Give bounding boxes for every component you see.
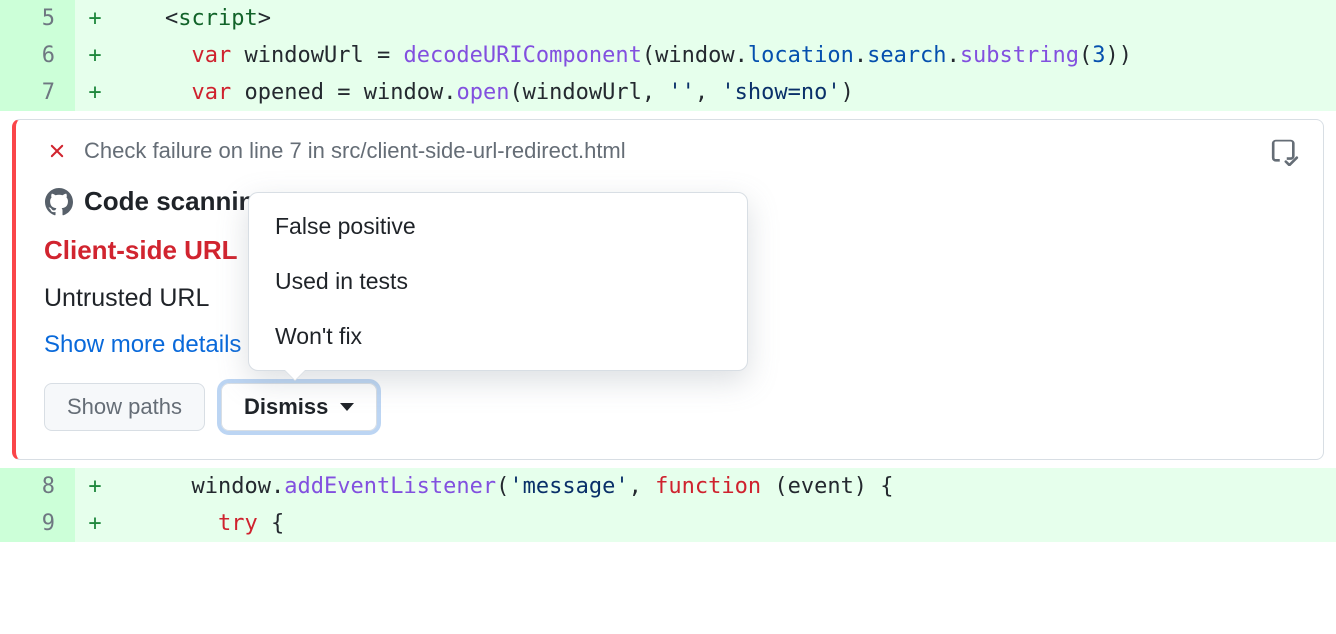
dismiss-label: Dismiss	[244, 394, 328, 420]
code-content[interactable]: var windowUrl = decodeURIComponent(windo…	[115, 37, 1336, 74]
annotation-row: Check failure on line 7 in src/client-si…	[0, 111, 1336, 468]
code-content[interactable]: <script>	[115, 0, 1336, 37]
tasklist-icon[interactable]	[1269, 136, 1301, 168]
x-icon	[44, 138, 70, 164]
dismiss-dropdown: False positive Used in tests Won't fix	[248, 192, 748, 371]
dropdown-item-used-in-tests[interactable]: Used in tests	[249, 254, 747, 309]
code-content[interactable]: window.addEventListener('message', funct…	[115, 468, 1336, 505]
check-annotation: Check failure on line 7 in src/client-si…	[12, 119, 1324, 460]
button-row: Show paths Dismiss False positive Used i…	[44, 383, 1295, 431]
code-content[interactable]: var opened = window.open(windowUrl, '', …	[115, 74, 1336, 111]
line-number[interactable]: 8	[0, 468, 75, 505]
diff-sign: +	[75, 505, 115, 542]
code-content[interactable]: try {	[115, 505, 1336, 542]
code-line: 9 + try {	[0, 505, 1336, 542]
code-line: 6 + var windowUrl = decodeURIComponent(w…	[0, 37, 1336, 74]
github-icon	[44, 187, 74, 217]
line-number[interactable]: 5	[0, 0, 75, 37]
code-line: 5 + <script>	[0, 0, 1336, 37]
diff-sign: +	[75, 468, 115, 505]
diff-sign: +	[75, 0, 115, 37]
diff-sign: +	[75, 74, 115, 111]
line-number[interactable]: 7	[0, 74, 75, 111]
diff-table: 5 + <script> 6 + var windowUrl = decodeU…	[0, 0, 1336, 542]
caret-down-icon	[340, 403, 354, 411]
line-number[interactable]: 9	[0, 505, 75, 542]
code-line: 7 + var opened = window.open(windowUrl, …	[0, 74, 1336, 111]
scanning-label-text: Code scanning	[84, 186, 270, 217]
show-paths-button[interactable]: Show paths	[44, 383, 205, 431]
dismiss-button[interactable]: Dismiss	[221, 383, 377, 431]
annotation-title: Check failure on line 7 in src/client-si…	[84, 138, 626, 164]
diff-sign: +	[75, 37, 115, 74]
dropdown-item-false-positive[interactable]: False positive	[249, 199, 747, 254]
annotation-header: Check failure on line 7 in src/client-si…	[44, 138, 1295, 164]
line-number[interactable]: 6	[0, 37, 75, 74]
code-line: 8 + window.addEventListener('message', f…	[0, 468, 1336, 505]
dropdown-item-wont-fix[interactable]: Won't fix	[249, 309, 747, 364]
